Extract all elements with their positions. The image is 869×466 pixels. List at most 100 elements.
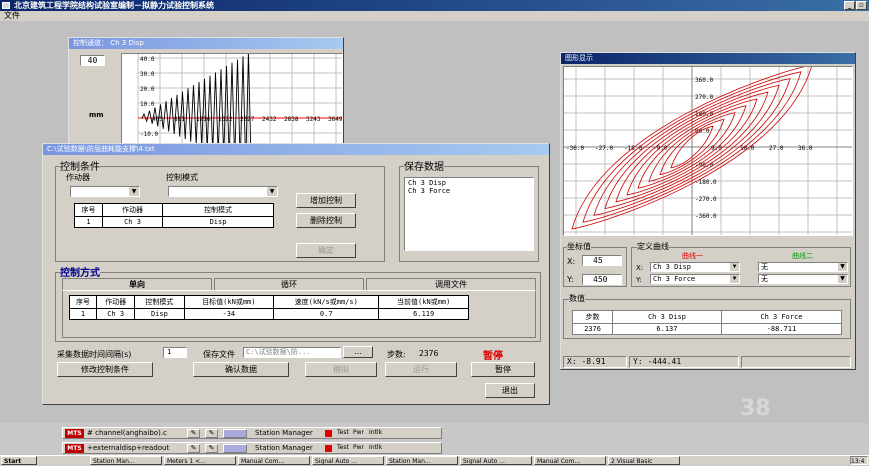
values-table: 步数 Ch 3 Disp Ch 3 Force 2376 6.137 -88.7… [572, 310, 843, 335]
control-conditions-group: 控制条件 作动器 控制模式 ▼ ▼ 序号 作动器 控制模式 1 Ch 3 Dis… [55, 158, 385, 262]
taskbar-item[interactable]: Manual Com... [238, 456, 310, 465]
coord-group-label: 坐标值 [567, 241, 591, 252]
method-cell[interactable]: 6.119 [378, 308, 469, 320]
taskbar-item[interactable]: 2 Visual Basic [608, 456, 680, 465]
unit-label: mm [89, 111, 104, 119]
confirm-button[interactable]: 确定 [296, 243, 356, 258]
curve-x-label: X: [636, 264, 644, 272]
method-cell[interactable]: 1 [68, 308, 98, 320]
tab-oneway[interactable]: 单向 [62, 278, 212, 290]
system-clock: 13:4 [850, 456, 868, 465]
add-control-button[interactable]: 增加控制 [296, 193, 356, 208]
control-dialog: C:\试验数据\防屈曲耗能支撑\4.txt 控制条件 作动器 控制模式 ▼ ▼ … [42, 143, 550, 405]
save-data-label: 保存数据 [404, 158, 444, 173]
mts-logo: MTS [65, 444, 84, 453]
conditions-cell[interactable]: 1 [74, 216, 103, 228]
channel-value-box[interactable]: 40 [80, 55, 105, 66]
actuator-label: 作动器 [66, 173, 90, 182]
curve1-y-select[interactable]: Ch 3 Force ▼ [650, 274, 740, 284]
edit-icon[interactable]: ✎ [187, 429, 200, 438]
y-tick-label: 270.0 [695, 94, 713, 101]
test-indicator-label: Test [337, 444, 349, 451]
tab-load-file-label: 调用文件 [435, 280, 467, 289]
curve2-y-select[interactable]: 无 ▼ [758, 274, 848, 284]
menu-file[interactable]: 文件 [4, 11, 20, 20]
delete-control-button[interactable]: 删除控制 [296, 213, 356, 228]
station-manager-bar: MTS +externaldisp+readout ✎ ✎ Station Ma… [62, 442, 442, 454]
monitor-icon[interactable] [223, 429, 247, 438]
browse-button[interactable]: ... [343, 346, 373, 358]
run-button[interactable]: 运行 [385, 362, 457, 377]
save-data-list[interactable]: Ch 3 Disp Ch 3 Force [404, 177, 534, 251]
x-tick-label: 36.0 [798, 145, 813, 152]
mode-select[interactable]: ▼ [168, 186, 278, 197]
method-cell[interactable]: -34 [183, 308, 275, 320]
pause-button[interactable]: 暂停 [471, 362, 535, 377]
graph-window-title: 图形显示 [561, 53, 855, 64]
mode-label: 控制模式 [166, 173, 198, 182]
chevron-down-icon[interactable]: ▼ [730, 263, 739, 271]
values-header: Ch 3 Force [720, 310, 843, 324]
save-file-input[interactable]: C:\试验数据\防... [243, 347, 341, 358]
method-cell[interactable]: Ch 3 [96, 308, 136, 320]
restore-button[interactable]: ▫ [856, 1, 867, 10]
exit-button[interactable]: 退出 [485, 383, 535, 398]
conditions-cell[interactable]: Disp [162, 216, 274, 228]
curve2-y-value: 无 [761, 275, 768, 283]
taskbar-item[interactable]: Station Man... [90, 456, 162, 465]
curve1-x-select[interactable]: Ch 3 Disp ▼ [650, 262, 740, 272]
taskbar-item[interactable]: Manual Com... [534, 456, 606, 465]
tab-cyclic[interactable]: 循环 [214, 278, 364, 290]
chevron-down-icon[interactable]: ▼ [838, 275, 847, 283]
menu-bar: 文件 [0, 11, 869, 21]
watermark-number: 38 [740, 396, 771, 421]
method-cell[interactable]: Disp [134, 308, 185, 320]
taskbar: Start Station Man... Meters 1 <... Manua… [0, 455, 869, 465]
list-item[interactable]: Ch 3 Force [408, 187, 530, 195]
method-header: 作动器 [96, 295, 136, 309]
taskbar-item[interactable]: Signal Auto ... [460, 456, 532, 465]
confirm-data-button[interactable]: 确认数据 [193, 362, 289, 377]
curve2-x-select[interactable]: 无 ▼ [758, 262, 848, 272]
simulate-button[interactable]: 模拟 [305, 362, 377, 377]
y-tick-label: 180.0 [695, 111, 713, 118]
conditions-header: 作动器 [102, 203, 163, 217]
y-tick-label: 40.0 [140, 56, 155, 63]
minimize-button[interactable]: _ [844, 1, 855, 10]
interval-input[interactable]: 1 [163, 347, 187, 358]
taskbar-item[interactable]: Station Man... [386, 456, 458, 465]
monitor-icon[interactable] [223, 444, 247, 453]
chevron-down-icon[interactable]: ▼ [267, 187, 277, 196]
step-label: 步数: [387, 350, 406, 359]
status-y: Y: -444.41 [629, 356, 739, 368]
y-tick-label: 360.0 [695, 77, 713, 84]
conditions-table: 序号 作动器 控制模式 1 Ch 3 Disp [74, 203, 274, 228]
values-header: 步数 [572, 310, 613, 324]
y-tick-label: 90.0 [695, 128, 710, 135]
taskbar-item[interactable]: Signal Auto ... [312, 456, 384, 465]
save-data-group: 保存数据 Ch 3 Disp Ch 3 Force [399, 158, 539, 262]
y-label: Y: [567, 275, 574, 284]
chevron-down-icon[interactable]: ▼ [730, 275, 739, 283]
edit-icon[interactable]: ✎ [187, 444, 200, 453]
method-cell[interactable]: 0.7 [273, 308, 380, 320]
y-value-input[interactable]: 450 [582, 274, 622, 285]
conditions-cell[interactable]: Ch 3 [102, 216, 163, 228]
chevron-down-icon[interactable]: ▼ [129, 187, 139, 196]
edit-icon[interactable]: ✎ [205, 444, 218, 453]
modify-conditions-button[interactable]: 修改控制条件 [57, 362, 153, 377]
values-group-label: 数值 [569, 293, 585, 304]
station-config-name: # channel(anghaibo).c [87, 429, 167, 437]
list-item[interactable]: Ch 3 Disp [408, 179, 530, 187]
actuator-select[interactable]: ▼ [70, 186, 140, 197]
control-method-group: 控制方式 单向 循环 调用文件 序号 作动器 控制模式 目标值(kN或mm) 速… [55, 264, 541, 342]
start-button[interactable]: Start [1, 456, 37, 465]
chevron-down-icon[interactable]: ▼ [838, 263, 847, 271]
conditions-header: 序号 [74, 203, 103, 217]
edit-icon[interactable]: ✎ [205, 429, 218, 438]
values-cell: 6.137 [612, 323, 722, 335]
x-value-input[interactable]: 45 [582, 255, 622, 266]
values-group: 数值 步数 Ch 3 Disp Ch 3 Force 2376 6.137 -8… [563, 293, 851, 339]
tab-load-file[interactable]: 调用文件 [366, 278, 536, 290]
taskbar-item[interactable]: Meters 1 <... [164, 456, 236, 465]
